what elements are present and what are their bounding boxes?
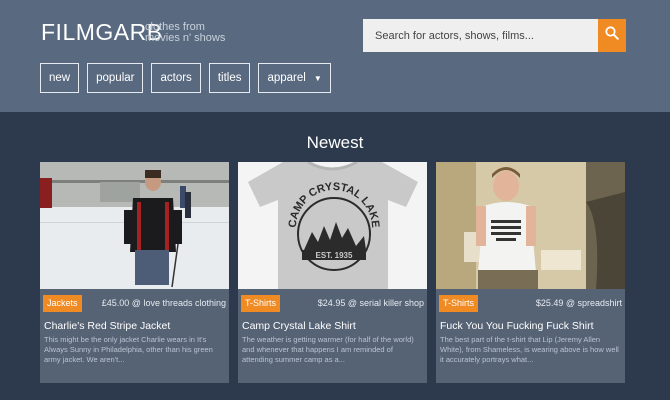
- price-store[interactable]: $24.95 @ serial killer shop: [318, 298, 424, 308]
- product-card[interactable]: T-Shirts $25.49 @ spreadshirt Fuck You Y…: [436, 162, 625, 383]
- nav-new-button[interactable]: new: [40, 63, 80, 93]
- search-button[interactable]: [598, 19, 626, 52]
- search-icon: [605, 26, 619, 45]
- main-nav: new popular actors titles apparel ▼: [40, 63, 331, 93]
- nav-apparel-label: apparel: [267, 72, 306, 84]
- product-title[interactable]: Camp Crystal Lake Shirt: [242, 320, 356, 332]
- category-badge[interactable]: Jackets: [43, 295, 82, 312]
- search-bar: [363, 19, 626, 52]
- product-title[interactable]: Charlie's Red Stripe Jacket: [44, 320, 170, 332]
- product-card[interactable]: Jackets £45.00 @ love threads clothing C…: [40, 162, 229, 383]
- category-badge[interactable]: T-Shirts: [439, 295, 479, 312]
- site-header: FILMGARB clothes from movies n' shows ne…: [0, 0, 670, 112]
- product-card[interactable]: CAMP CRYSTAL LAKE EST. 1935 T-Shirts $24…: [238, 162, 427, 383]
- product-description: The best part of the t-shirt that Lip (J…: [440, 335, 619, 364]
- price-store[interactable]: $25.49 @ spreadshirt: [536, 298, 622, 308]
- product-title[interactable]: Fuck You You Fucking Fuck Shirt: [440, 320, 594, 332]
- product-image[interactable]: CAMP CRYSTAL LAKE EST. 1935: [238, 162, 427, 289]
- product-image[interactable]: [40, 162, 229, 289]
- nav-actors-button[interactable]: actors: [151, 63, 201, 93]
- category-badge[interactable]: T-Shirts: [241, 295, 281, 312]
- product-image[interactable]: [436, 162, 625, 289]
- section-title: Newest: [306, 133, 364, 152]
- product-description: The weather is getting warmer (for half …: [242, 335, 414, 364]
- search-input[interactable]: [363, 19, 598, 52]
- brand-tagline: clothes from movies n' shows: [145, 21, 226, 44]
- caret-down-icon: ▼: [313, 73, 322, 83]
- price-store[interactable]: £45.00 @ love threads clothing: [102, 298, 226, 308]
- nav-titles-button[interactable]: titles: [208, 63, 251, 93]
- nav-popular-button[interactable]: popular: [87, 63, 144, 93]
- product-description: This might be the only jacket Charlie we…: [44, 335, 213, 364]
- brand-logo[interactable]: FILMGARB clothes from movies n' shows: [41, 19, 225, 46]
- nav-apparel-dropdown[interactable]: apparel ▼: [258, 63, 331, 93]
- shirt-print-est: EST. 1935: [316, 251, 353, 260]
